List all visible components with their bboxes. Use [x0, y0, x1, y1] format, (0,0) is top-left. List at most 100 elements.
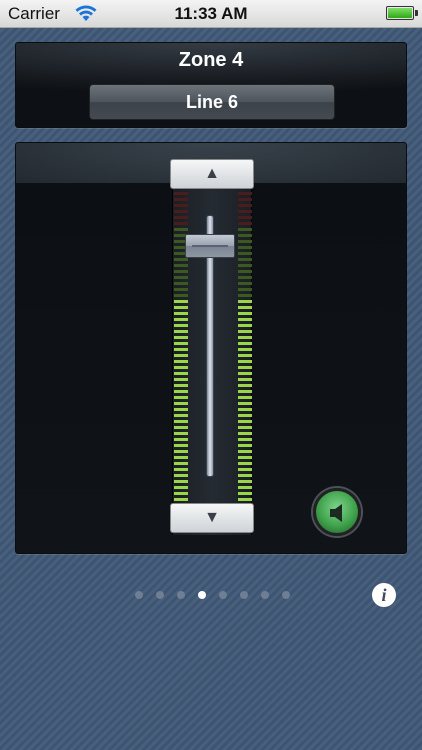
level-meter-right	[238, 189, 252, 501]
page-indicator[interactable]	[135, 591, 290, 599]
meter-segment	[238, 294, 252, 297]
meter-segment	[174, 264, 188, 267]
meter-segment	[174, 486, 188, 489]
meter-segment	[174, 480, 188, 483]
volume-slider-knob[interactable]	[185, 234, 235, 259]
source-select-button[interactable]: Line 6	[89, 84, 335, 120]
clock: 11:33 AM	[174, 4, 248, 23]
page-dot[interactable]	[261, 591, 269, 599]
meter-segment	[174, 216, 188, 219]
meter-segment	[174, 312, 188, 315]
meter-segment	[174, 366, 188, 369]
meter-segment	[238, 246, 252, 249]
meter-segment	[174, 306, 188, 309]
meter-segment	[174, 408, 188, 411]
meter-segment	[238, 378, 252, 381]
info-button[interactable]: i	[372, 583, 396, 607]
meter-segment	[174, 342, 188, 345]
meter-segment	[174, 354, 188, 357]
meter-segment	[238, 462, 252, 465]
meter-segment	[174, 450, 188, 453]
meter-segment	[238, 360, 252, 363]
volume-down-button[interactable]: ▼	[170, 503, 254, 533]
meter-segment	[238, 480, 252, 483]
meter-segment	[238, 468, 252, 471]
meter-segment	[238, 198, 252, 201]
meter-segment	[174, 414, 188, 417]
meter-segment	[174, 372, 188, 375]
meter-segment	[174, 438, 188, 441]
meter-segment	[174, 390, 188, 393]
meter-segment	[174, 324, 188, 327]
meter-segment	[174, 288, 188, 291]
meter-segment	[174, 192, 188, 195]
meter-segment	[238, 282, 252, 285]
meter-segment	[174, 432, 188, 435]
meter-segment	[238, 492, 252, 495]
meter-segment	[174, 468, 188, 471]
page-dot[interactable]	[135, 591, 143, 599]
meter-segment	[238, 432, 252, 435]
meter-segment	[174, 474, 188, 477]
meter-segment	[238, 384, 252, 387]
meter-segment	[174, 276, 188, 279]
battery-tip	[415, 10, 418, 16]
page-dot[interactable]	[198, 591, 206, 599]
meter-segment	[174, 330, 188, 333]
meter-segment	[238, 414, 252, 417]
triangle-up-icon: ▲	[204, 165, 220, 182]
meter-segment	[238, 402, 252, 405]
meter-segment	[238, 336, 252, 339]
meter-segment	[238, 354, 252, 357]
zone-panel: Zone 4 Line 6	[15, 42, 407, 128]
knob-groove	[192, 245, 228, 248]
meter-segment	[238, 252, 252, 255]
meter-segment	[174, 204, 188, 207]
meter-segment	[238, 300, 252, 303]
meter-segment	[238, 318, 252, 321]
meter-segment	[174, 222, 188, 225]
meter-segment	[174, 456, 188, 459]
meter-segment	[238, 276, 252, 279]
meter-segment	[238, 456, 252, 459]
meter-segment	[174, 360, 188, 363]
page-dot[interactable]	[219, 591, 227, 599]
meter-segment	[238, 192, 252, 195]
meter-segment	[238, 270, 252, 273]
meter-segment	[174, 462, 188, 465]
zone-title: Zone 4	[178, 49, 244, 71]
meter-segment	[174, 420, 188, 423]
meter-segment	[174, 384, 188, 387]
meter-segment	[238, 330, 252, 333]
mute-button[interactable]	[313, 488, 361, 536]
meter-segment	[238, 216, 252, 219]
meter-segment	[174, 228, 188, 231]
page-dot[interactable]	[240, 591, 248, 599]
volume-fader-panel: ▲ ▼	[15, 142, 407, 554]
page-dot[interactable]	[156, 591, 164, 599]
meter-segment	[238, 288, 252, 291]
meter-segment	[174, 426, 188, 429]
meter-segment	[174, 402, 188, 405]
meter-segment	[238, 486, 252, 489]
meter-segment	[238, 372, 252, 375]
meter-segment	[238, 324, 252, 327]
meter-segment	[174, 336, 188, 339]
meter-segment	[174, 258, 188, 261]
meter-segment	[238, 234, 252, 237]
meter-segment	[238, 390, 252, 393]
meter-segment	[238, 426, 252, 429]
page-dot[interactable]	[177, 591, 185, 599]
triangle-down-icon: ▼	[204, 509, 220, 526]
meter-segment	[174, 318, 188, 321]
meter-segment	[238, 312, 252, 315]
meter-segment	[238, 204, 252, 207]
volume-up-button[interactable]: ▲	[170, 159, 254, 189]
page-dot[interactable]	[282, 591, 290, 599]
meter-segment	[238, 420, 252, 423]
meter-segment	[174, 396, 188, 399]
meter-segment	[238, 438, 252, 441]
meter-segment	[238, 396, 252, 399]
meter-segment	[238, 474, 252, 477]
meter-segment	[238, 222, 252, 225]
